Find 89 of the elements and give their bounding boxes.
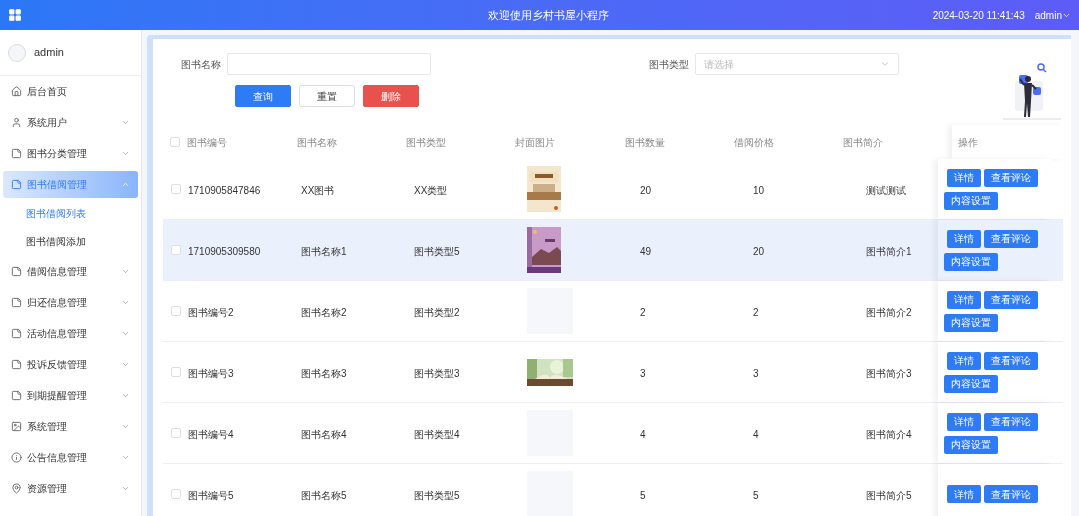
- table-cell: 5: [753, 490, 759, 501]
- table-cell: 10: [753, 185, 765, 196]
- submenu-item[interactable]: 图书借阅添加: [3, 228, 138, 255]
- table-cell: 1710905309580: [188, 246, 261, 257]
- column-header: 封面图片: [515, 135, 557, 150]
- action-button[interactable]: 内容设置: [944, 191, 998, 210]
- menu-item[interactable]: 图书分类管理: [3, 140, 138, 167]
- action-button[interactable]: 详情: [947, 168, 981, 187]
- menu-item[interactable]: 归还信息管理: [3, 289, 138, 316]
- field-label: 图书类型: [648, 57, 690, 72]
- table-cell: 图书名称4: [301, 429, 347, 440]
- menu-item[interactable]: 系统用户: [3, 109, 138, 136]
- table-cell: 图书编号5: [188, 490, 234, 501]
- table-cell: 图书类型3: [414, 368, 460, 379]
- table-cell: 图书简介3: [866, 368, 912, 379]
- table-cell: 图书编号2: [188, 307, 234, 318]
- column-header: 图书简介: [843, 135, 885, 150]
- action-button[interactable]: 查看评论: [984, 351, 1038, 370]
- table-cell: 图书类型5: [414, 490, 460, 501]
- reset-button[interactable]: 重置: [299, 85, 355, 107]
- table-cell: 5: [640, 490, 646, 501]
- table-row[interactable]: 图书编号3 图书名称3 图书类型3 3 3 图书简介3 详情 查看评论 内容设置: [163, 342, 1063, 403]
- table-cell: 3: [640, 368, 646, 379]
- table-cell: 图书编号4: [188, 429, 234, 440]
- action-button[interactable]: 详情: [947, 485, 981, 503]
- table-cell: XX图书: [301, 185, 335, 196]
- user-name: admin: [34, 45, 64, 61]
- table-cell: 2: [753, 307, 759, 318]
- menu-item[interactable]: 借阅信息管理: [3, 258, 138, 285]
- table-cell: 20: [753, 246, 765, 257]
- menu-item[interactable]: 投诉反馈管理: [3, 351, 138, 378]
- action-button[interactable]: 内容设置: [944, 435, 998, 454]
- table-cell: 图书名称1: [301, 246, 347, 257]
- table-cell: 1710905847846: [188, 185, 261, 196]
- table-cell: 3: [753, 368, 759, 379]
- table-cell: 20: [640, 185, 652, 196]
- action-button[interactable]: 查看评论: [984, 229, 1038, 248]
- table-cell: 图书类型5: [414, 246, 460, 257]
- column-header: 借阅价格: [733, 135, 775, 150]
- delete-button[interactable]: 删除: [363, 85, 419, 107]
- menu-item[interactable]: 后台首页: [3, 78, 138, 105]
- table-cell: 2: [640, 307, 646, 318]
- table-cell: 图书简介2: [866, 307, 912, 318]
- table-cell: 测试测试: [866, 185, 906, 196]
- column-header: 图书编号: [187, 135, 229, 150]
- column-header: 操作: [952, 125, 1063, 159]
- action-button[interactable]: 内容设置: [944, 252, 998, 271]
- menu-item[interactable]: 活动信息管理: [3, 320, 138, 347]
- action-button[interactable]: 查看评论: [984, 290, 1038, 309]
- action-button[interactable]: 详情: [947, 290, 981, 309]
- table-cell: 图书名称3: [301, 368, 347, 379]
- table-cell: 图书简介1: [866, 246, 912, 257]
- menu-item[interactable]: 系统管理: [3, 413, 138, 440]
- action-button[interactable]: 详情: [947, 412, 981, 431]
- table-cell: 4: [640, 429, 646, 440]
- table-row[interactable]: 图书编号4 图书名称4 图书类型4 4 4 图书简介4 详情 查看评论 内容设置: [163, 403, 1063, 464]
- action-button[interactable]: 内容设置: [944, 374, 998, 393]
- table-row[interactable]: 1710905309580 图书名称1 图书类型5 49 20 图书简介1 详情 查看评论 内容设置: [163, 220, 1063, 281]
- action-button[interactable]: 查看评论: [984, 412, 1038, 431]
- search-button[interactable]: 查询: [235, 85, 291, 107]
- action-button[interactable]: 内容设置: [944, 313, 998, 332]
- app-title: 欢迎使用乡村书屋小程序: [488, 7, 609, 23]
- menu-item[interactable]: 公告信息管理: [3, 444, 138, 471]
- field-label: 图书名称: [180, 57, 222, 72]
- date-time: 2024-03-20 11:41:43: [932, 8, 1025, 23]
- table-cell: 图书名称5: [301, 490, 347, 501]
- action-button[interactable]: 查看评论: [984, 485, 1038, 503]
- table-cell: 49: [640, 246, 652, 257]
- table-cell: 图书名称2: [301, 307, 347, 318]
- table-row[interactable]: 1710905847846 XX图书 XX类型 20 10 测试测试 详情 查看评论 内容设置: [163, 159, 1063, 220]
- table-cell: XX类型: [414, 185, 448, 196]
- table-cell: 图书类型2: [414, 307, 460, 318]
- table-cell: 图书简介5: [866, 490, 912, 501]
- action-button[interactable]: 详情: [947, 229, 981, 248]
- table-row[interactable]: 图书编号2 图书名称2 图书类型2 2 2 图书简介2 详情 查看评论 内容设置: [163, 281, 1063, 342]
- column-header: 图书数量: [624, 135, 666, 150]
- table-cell: 4: [753, 429, 759, 440]
- submenu-item[interactable]: 图书借阅列表: [3, 200, 138, 227]
- table-cell: 图书编号3: [188, 368, 234, 379]
- action-button[interactable]: 详情: [947, 351, 981, 370]
- menu-item[interactable]: 到期提醒管理: [3, 382, 138, 409]
- column-header: 图书类型: [405, 135, 447, 150]
- user-menu[interactable]: admin: [1034, 7, 1071, 23]
- table-cell: 图书类型4: [414, 429, 460, 440]
- column-header: 图书名称: [296, 135, 338, 150]
- table-cell: 图书简介4: [866, 429, 912, 440]
- action-button[interactable]: 查看评论: [984, 168, 1038, 187]
- menu-item[interactable]: 资源管理: [3, 475, 138, 502]
- menu-item[interactable]: 图书借阅管理: [3, 171, 138, 198]
